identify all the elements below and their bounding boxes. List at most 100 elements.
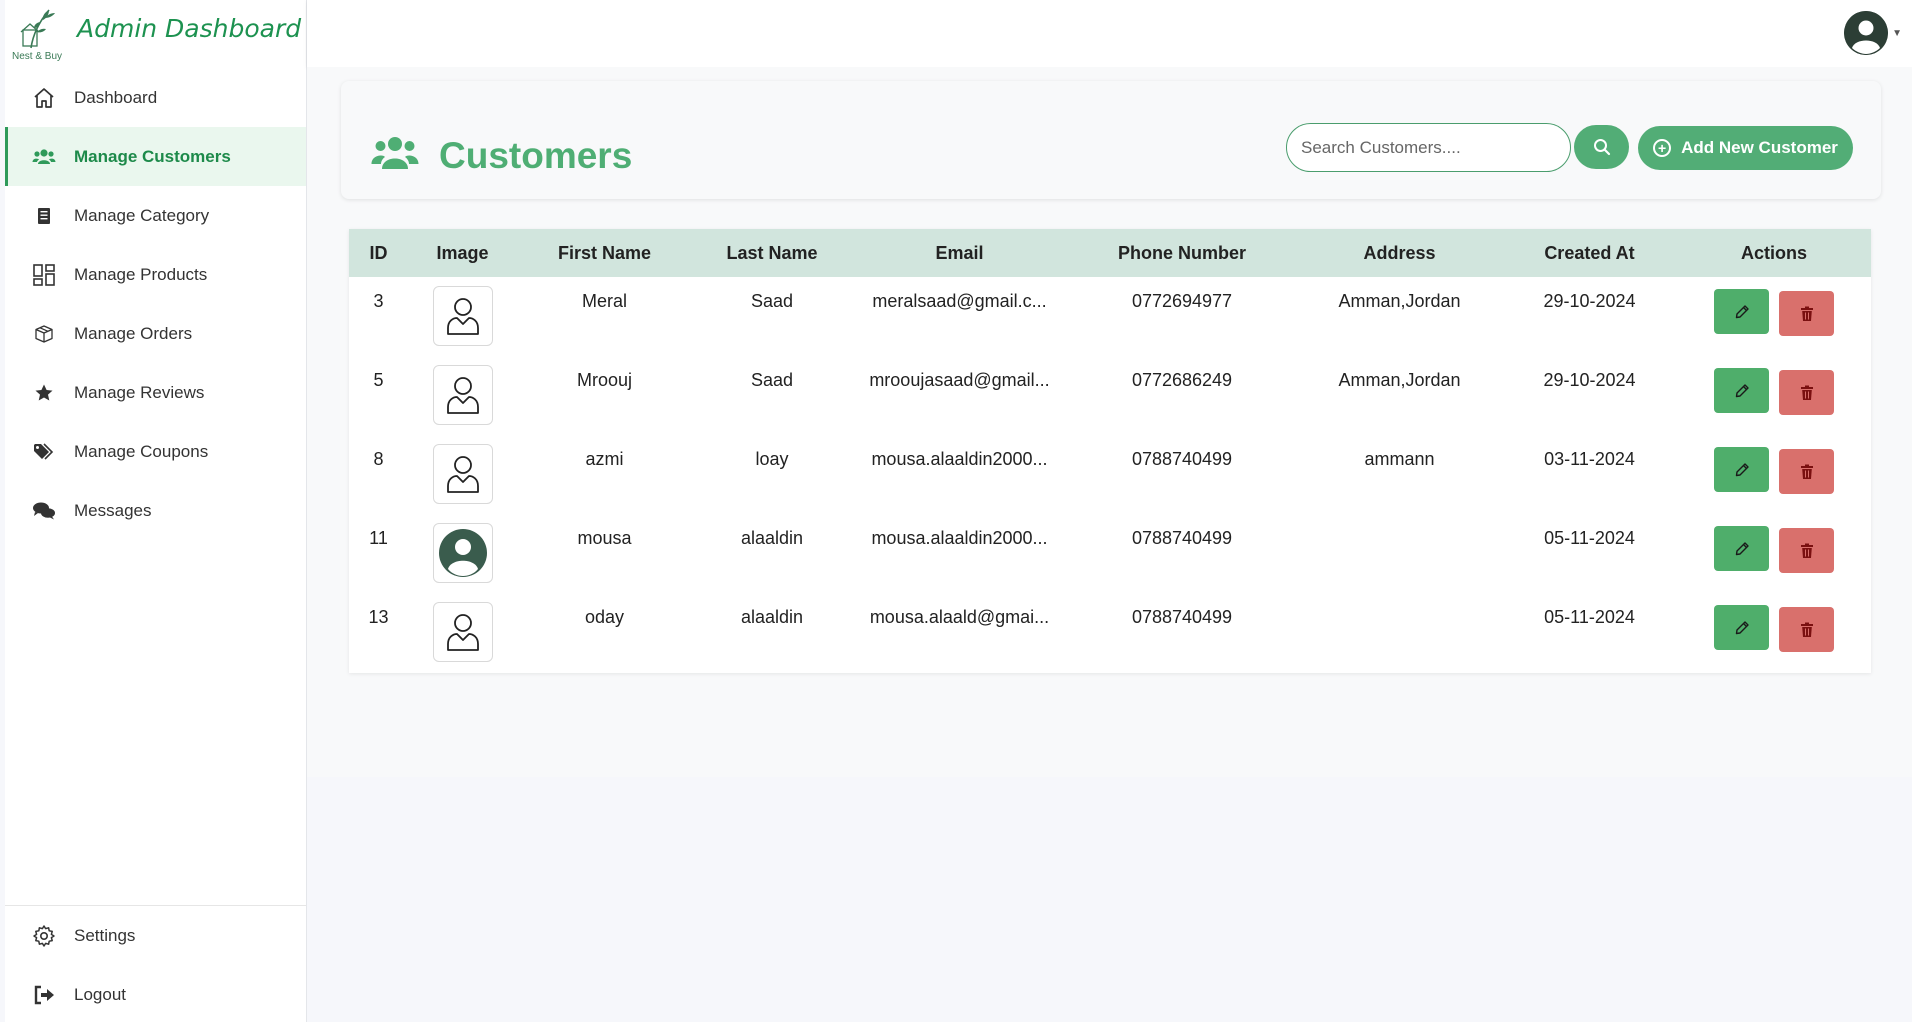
star-icon (30, 379, 58, 407)
cell-last-name: Saad (750, 291, 794, 311)
search-button[interactable] (1574, 125, 1629, 169)
pencil-icon (1735, 462, 1749, 476)
sidebar-item-label: Logout (74, 984, 126, 1004)
column-header-email[interactable]: Email (852, 229, 1067, 277)
cell-created-at: 03-11-2024 (1544, 449, 1635, 469)
delete-button[interactable] (1779, 291, 1834, 336)
cell-email: meralsaad@gmail.c... (872, 291, 1047, 311)
edit-button[interactable] (1714, 368, 1769, 413)
cell-first-name: Mroouj (576, 370, 633, 390)
edit-button[interactable] (1714, 289, 1769, 334)
top-bar: ▼ (307, 0, 1912, 67)
trash-icon (1800, 622, 1813, 637)
sidebar-item-settings[interactable]: Settings (5, 906, 306, 965)
pencil-icon (1735, 541, 1749, 555)
user-menu[interactable]: ▼ (1844, 11, 1902, 55)
cell-email: mousa.alaald@gmai... (869, 607, 1050, 627)
cell-created-at: 05-11-2024 (1544, 607, 1635, 627)
sidebar-item-label: Manage Customers (74, 146, 231, 166)
customers-table-wrapper: ID Image First Name Last Name Email Phon… (349, 229, 1871, 673)
chat-icon (30, 497, 58, 525)
sidebar-item-logout[interactable]: Logout (5, 965, 306, 1022)
search-input[interactable] (1286, 123, 1571, 172)
users-icon (371, 133, 419, 178)
cell-created-at: 05-11-2024 (1544, 528, 1635, 548)
user-outline-icon (446, 614, 479, 651)
table-header-row: ID Image First Name Last Name Email Phon… (349, 229, 1871, 277)
column-header-created-at[interactable]: Created At (1502, 229, 1677, 277)
cell-actions (1677, 593, 1871, 672)
column-header-first-name[interactable]: First Name (517, 229, 692, 277)
edit-button[interactable] (1714, 447, 1769, 492)
customer-avatar[interactable] (432, 444, 493, 504)
sidebar-item-label: Messages (74, 500, 152, 520)
cell-last-name: Saad (750, 370, 794, 390)
user-outline-icon (446, 298, 479, 335)
sidebar-item-label: Manage Coupons (74, 441, 209, 461)
sidebar-item-customers[interactable]: Manage Customers (5, 127, 306, 186)
sidebar-item-dashboard[interactable]: Dashboard (5, 68, 306, 127)
cell-image (408, 356, 517, 435)
cell-email: mousa.alaaldin2000... (871, 449, 1048, 469)
cell-id: 11 (369, 528, 388, 548)
table-row: 5 Mroouj Saad mroouj​asaad@gmail... 0772… (349, 356, 1871, 435)
list-icon (30, 202, 58, 230)
sidebar-item-category[interactable]: Manage Category (5, 186, 306, 245)
box-icon (30, 320, 58, 348)
gear-icon (30, 922, 58, 950)
cell-email: mroouj​asaad@gmail... (869, 370, 1050, 390)
user-filled-avatar-icon (438, 529, 487, 577)
add-customer-button[interactable]: + Add New Customer (1638, 126, 1853, 170)
column-header-address[interactable]: Address (1297, 229, 1502, 277)
cell-id: 5 (373, 370, 384, 390)
cell-first-name: azmi (585, 449, 624, 469)
column-header-id[interactable]: ID (349, 229, 408, 277)
page-title-block: Customers (371, 133, 632, 178)
column-header-phone[interactable]: Phone Number (1067, 229, 1297, 277)
grid-icon (30, 261, 58, 289)
cell-first-name: Meral (581, 291, 627, 311)
customer-avatar[interactable] (432, 365, 493, 425)
delete-button[interactable] (1779, 607, 1834, 652)
cell-last-name: alaaldin (740, 528, 804, 548)
cell-address: Amman,Jordan (1338, 370, 1461, 390)
logo-text: Nest & Buy (12, 51, 63, 62)
cell-id: 8 (373, 449, 384, 469)
edit-button[interactable] (1714, 526, 1769, 571)
sidebar-item-label: Manage Category (74, 205, 210, 225)
delete-button[interactable] (1779, 528, 1834, 573)
sidebar-item-coupons[interactable]: Manage Coupons (5, 422, 306, 481)
cell-address (1297, 593, 1502, 672)
column-header-image[interactable]: Image (408, 229, 517, 277)
customer-avatar[interactable] (432, 523, 493, 583)
sidebar-bottom: Settings Logout (5, 905, 306, 1022)
sidebar-item-messages[interactable]: Messages (5, 481, 306, 540)
delete-button[interactable] (1779, 370, 1834, 415)
cell-address: ammann (1364, 449, 1435, 469)
cell-phone: 0772686249 (1131, 370, 1233, 390)
sidebar-nav: Dashboard Manage Customers Manage Catego… (5, 68, 306, 540)
sidebar-item-label: Manage Products (74, 264, 208, 284)
pencil-icon (1735, 620, 1749, 634)
sidebar-item-label: Dashboard (74, 87, 158, 107)
cell-image (408, 435, 517, 514)
cell-id: 13 (368, 607, 389, 627)
customer-avatar[interactable] (432, 286, 493, 346)
logo[interactable]: Nest & Buy (9, 4, 65, 62)
sidebar-item-products[interactable]: Manage Products (5, 245, 306, 304)
user-avatar-icon (1844, 11, 1889, 55)
home-icon (30, 84, 58, 112)
table-row: 3 Meral Saad meralsaad@gmail.c... 077269… (349, 277, 1871, 356)
column-header-last-name[interactable]: Last Name (692, 229, 852, 277)
sidebar-item-reviews[interactable]: Manage Reviews (5, 363, 306, 422)
pencil-icon (1735, 383, 1749, 397)
cell-phone: 0772694977 (1131, 291, 1233, 311)
cell-first-name: oday (584, 607, 625, 627)
edit-button[interactable] (1714, 605, 1769, 650)
cell-actions (1677, 435, 1871, 514)
sidebar: Nest & Buy Admin Dashboard Dashboard Man… (5, 0, 307, 1022)
sidebar-item-orders[interactable]: Manage Orders (5, 304, 306, 363)
sidebar-item-label: Settings (74, 925, 136, 945)
delete-button[interactable] (1779, 449, 1834, 494)
customer-avatar[interactable] (432, 602, 493, 662)
